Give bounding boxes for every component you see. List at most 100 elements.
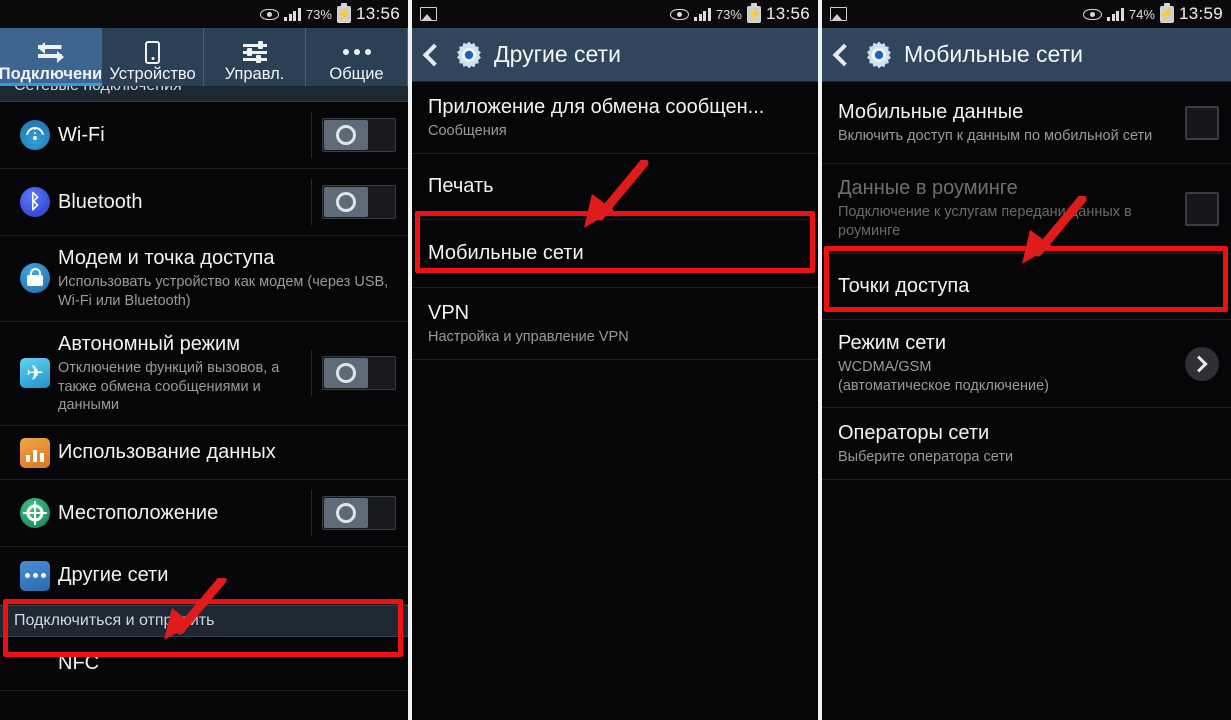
screenshot-image-icon <box>420 7 437 21</box>
bluetooth-toggle[interactable] <box>322 185 396 219</box>
list-item-subtitle: WCDMA/GSM (автоматическое подключение) <box>838 359 1050 394</box>
mobile-data-checkbox[interactable] <box>1185 105 1219 140</box>
list-item-title: Использование данных <box>58 441 276 464</box>
status-bar-right: 74% ⚡ 13:59 <box>1083 2 1223 24</box>
tab-general[interactable]: Общие <box>306 28 408 86</box>
location-toggle[interactable] <box>322 496 396 531</box>
back-chevron-icon[interactable] <box>422 43 446 66</box>
sliders-icon <box>242 39 267 65</box>
list-item-title: NFC <box>58 652 100 675</box>
list-item-other-networks[interactable]: Другие сети <box>0 547 408 606</box>
page-title: Мобильные сети <box>904 41 1083 67</box>
list-item-title: Точки доступа <box>838 275 970 297</box>
list-item-messaging-app[interactable]: Приложение для обмена сообщен... Сообщен… <box>412 82 818 154</box>
airplane-icon: ✈ <box>12 358 58 389</box>
airplane-toggle[interactable] <box>322 356 396 391</box>
settings-gear-icon <box>864 40 894 70</box>
battery-percent: 74% <box>1128 6 1155 22</box>
status-bar-left <box>830 7 1083 21</box>
wifi-toggle[interactable] <box>322 118 396 152</box>
list-item-network-operators[interactable]: Операторы сети Выберите оператора сети <box>822 408 1231 480</box>
signal-bars-icon <box>284 7 301 21</box>
more-dots-icon <box>342 39 371 65</box>
list-item-title: Bluetooth <box>58 190 143 213</box>
chevron-right-icon[interactable] <box>1185 346 1219 381</box>
list-item-title: Режим сети <box>838 332 947 355</box>
settings-gear-icon <box>454 40 484 70</box>
list-item-title: Автономный режим <box>58 332 240 355</box>
list-item-location[interactable]: Местоположение <box>0 480 408 548</box>
status-bar-right: 73% ⚡ 13:56 <box>260 2 400 24</box>
tab-connections[interactable]: Подключени <box>0 28 102 86</box>
list-item-network-mode[interactable]: Режим сети WCDMA/GSM (автоматическое под… <box>822 320 1231 408</box>
list-item-subtitle: Использовать устройство как модем (через… <box>58 274 389 309</box>
tab-controls[interactable]: Управл. <box>204 28 306 86</box>
tab-device[interactable]: Устройство <box>102 28 204 86</box>
smart-stay-eye-icon <box>1083 8 1103 21</box>
tab-general-label: Общие <box>329 65 384 83</box>
settings-tab-bar: Подключени Устройство Управл. Общие <box>0 28 408 86</box>
list-item-title: Модем и точка доступа <box>58 247 275 269</box>
mobile-networks-list: Мобильные данные Включить доступ к данны… <box>822 82 1231 480</box>
signal-bars-icon <box>1107 7 1124 21</box>
list-item-mobile-networks[interactable]: Мобильные сети <box>412 220 818 288</box>
data-usage-icon <box>12 437 58 468</box>
tab-active-underline <box>0 83 102 86</box>
back-chevron-icon[interactable] <box>832 43 856 66</box>
panel-other-networks: 73% ⚡ 13:56 Другие сети Приложение для о… <box>412 0 818 720</box>
list-item-airplane-mode[interactable]: ✈ Автономный режим Отключение функций вы… <box>0 322 408 427</box>
hotspot-icon <box>12 263 58 294</box>
tab-device-label: Устройство <box>109 65 196 83</box>
list-item-subtitle: Настройка и управление VPN <box>428 328 629 345</box>
list-item-tethering[interactable]: Модем и точка доступа Использовать устро… <box>0 236 408 322</box>
list-item-subtitle: Отключение функций вызовов, а также обме… <box>58 359 280 414</box>
bluetooth-icon: ᛒ <box>12 187 58 217</box>
list-item-printing[interactable]: Печать <box>412 154 818 220</box>
status-bar: 73% ⚡ 13:56 <box>0 0 408 28</box>
screenshot-image-icon <box>830 7 847 21</box>
status-bar: 73% ⚡ 13:56 <box>412 0 818 28</box>
list-item-title: Операторы сети <box>838 421 990 444</box>
list-item-vpn[interactable]: VPN Настройка и управление VPN <box>412 288 818 360</box>
status-bar-left <box>420 7 670 21</box>
signal-bars-icon <box>694 7 711 21</box>
page-title: Другие сети <box>494 41 621 67</box>
location-icon <box>12 498 58 529</box>
panel-connections: 73% ⚡ 13:56 Поиск Подключени Устройство <box>0 0 408 720</box>
battery-percent: 73% <box>305 6 332 22</box>
action-bar: Другие сети <box>412 28 818 82</box>
three-screenshot-collage: 73% ⚡ 13:56 Поиск Подключени Устройство <box>0 0 1231 720</box>
list-item-data-roaming[interactable]: Данные в роуминге Подключение к услугам … <box>822 164 1231 254</box>
list-item-bluetooth[interactable]: ᛒ Bluetooth <box>0 169 408 236</box>
list-item-wifi[interactable]: Wi-Fi <box>0 102 408 169</box>
list-item-subtitle: Подключение к услугам передани данных в … <box>838 204 1132 239</box>
phone-device-icon <box>145 39 160 65</box>
data-roaming-checkbox[interactable] <box>1185 191 1219 226</box>
panel-mobile-networks: 74% ⚡ 13:59 Мобильные сети Мобильные дан… <box>822 0 1231 720</box>
list-item-nfc[interactable]: NFC <box>0 637 408 692</box>
section-header-connect-share: Подключиться и отправить <box>0 605 408 638</box>
wifi-icon <box>12 120 58 150</box>
list-item-access-points[interactable]: Точки доступа <box>822 254 1231 320</box>
action-bar: Мобильные сети <box>822 28 1231 82</box>
list-item-title: Данные в роуминге <box>838 177 1018 200</box>
smart-stay-eye-icon <box>670 8 690 21</box>
list-item-data-usage[interactable]: Использование данных <box>0 426 408 481</box>
status-bar-right: 73% ⚡ 13:56 <box>670 2 810 24</box>
list-item-title: Другие сети <box>58 564 169 587</box>
battery-charging-icon: ⚡ <box>336 2 352 23</box>
list-item-title: Печать <box>428 175 494 197</box>
list-item-mobile-data[interactable]: Мобильные данные Включить доступ к данны… <box>822 82 1231 164</box>
battery-charging-icon: ⚡ <box>1159 2 1175 23</box>
connections-list: Сетевые подключения Wi-Fi ᛒ Bluetooth Мо… <box>0 70 408 692</box>
other-networks-icon <box>12 560 58 591</box>
battery-charging-icon: ⚡ <box>746 2 762 23</box>
status-bar: 74% ⚡ 13:59 <box>822 0 1231 28</box>
other-networks-list: Приложение для обмена сообщен... Сообщен… <box>412 82 818 360</box>
tab-controls-label: Управл. <box>224 65 285 83</box>
list-item-title: Приложение для обмена сообщен... <box>428 95 765 118</box>
list-item-title: Wi-Fi <box>58 123 105 146</box>
status-clock: 13:56 <box>765 4 810 23</box>
battery-percent: 73% <box>715 6 742 22</box>
list-item-subtitle: Сообщения <box>428 122 507 139</box>
